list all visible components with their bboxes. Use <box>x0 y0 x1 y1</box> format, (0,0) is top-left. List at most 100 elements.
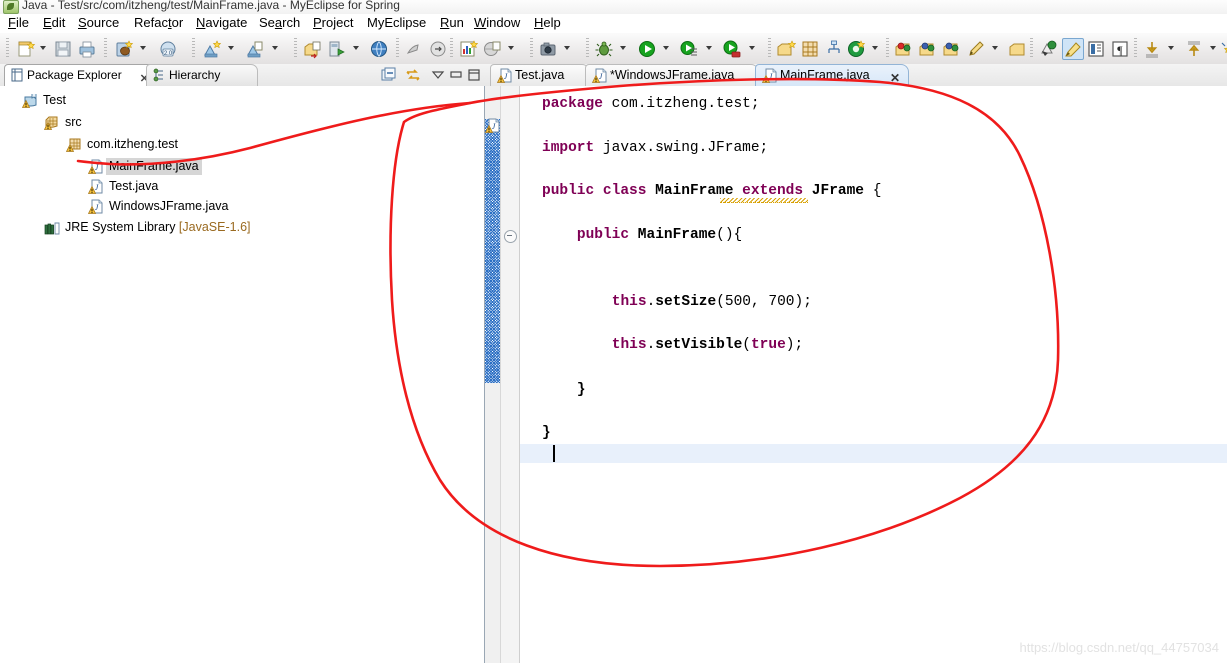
toggle-mark-occurrences-icon[interactable] <box>1038 39 1058 59</box>
web-preview-dropdown-arrow-icon[interactable] <box>508 46 515 51</box>
next-annotation-2-icon[interactable] <box>1184 39 1204 59</box>
warning-marker-icon[interactable]: J <box>484 118 500 133</box>
menu-item-help[interactable]: Help <box>534 15 561 30</box>
view-tab-hierarchy[interactable]: Hierarchy <box>146 64 258 86</box>
new-bean-wizard-icon[interactable] <box>245 39 265 59</box>
new-report-icon[interactable] <box>458 39 478 59</box>
menu-item-project[interactable]: Project <box>313 15 353 30</box>
deploy-dropdown-arrow-icon[interactable] <box>353 46 360 51</box>
toolbar-grip <box>450 38 453 58</box>
toggle-highlight-icon[interactable] <box>1062 38 1084 60</box>
svg-text:J: J <box>599 72 603 81</box>
run-dropdown-arrow-icon[interactable] <box>663 46 670 51</box>
toolbar-grip <box>192 38 195 58</box>
run-server-icon[interactable] <box>404 39 424 59</box>
menu-item-run[interactable]: Run <box>440 15 464 30</box>
warning-squiggle <box>720 198 808 203</box>
menu-item-refactor[interactable]: Refactor <box>134 15 183 30</box>
toolbar-grip <box>294 38 297 58</box>
run-history-dropdown-arrow-icon[interactable] <box>706 46 713 51</box>
menu-item-myeclipse[interactable]: MyEclipse <box>367 15 426 30</box>
view-tab-label: Package Explorer <box>27 68 122 82</box>
open-resource-icon[interactable] <box>1008 39 1028 59</box>
new-wizard-icon[interactable] <box>16 39 36 59</box>
editor-annotation-ruler[interactable]: J <box>484 86 501 663</box>
edit-dropdown-arrow-icon[interactable] <box>992 46 999 51</box>
csdn-watermark: https://blog.csdn.net/qq_44757034 <box>1019 640 1220 655</box>
search-dropdown-arrow-icon[interactable] <box>872 46 879 51</box>
svg-text:J: J <box>492 122 496 131</box>
run-history-icon[interactable] <box>679 39 699 59</box>
export-icon[interactable] <box>303 39 323 59</box>
new-class-wizard-icon[interactable] <box>202 39 222 59</box>
tree-item-suffix: [JavaSE-1.6] <box>175 220 251 234</box>
new-package-grid-icon[interactable] <box>800 39 820 59</box>
collapse-all-icon[interactable] <box>381 67 397 83</box>
package-explorer-view: Package Explorer ✕ Hierarchy Test src com.it… <box>0 64 485 663</box>
run-external-tools-icon[interactable] <box>722 39 742 59</box>
code-token: true <box>750 337 786 353</box>
web-preview-icon[interactable] <box>482 39 502 59</box>
search-icon[interactable] <box>846 39 866 59</box>
toggle-block-selection-icon[interactable] <box>1086 39 1106 59</box>
package-explorer-tree[interactable]: Test src com.itzheng.test J MainFrame.java J T… <box>0 86 485 663</box>
previous-annotation-dropdown-arrow-icon[interactable] <box>1168 46 1175 51</box>
menu-item-window[interactable]: Window <box>474 15 520 30</box>
next-annotation-2-dropdown-arrow-icon[interactable] <box>1210 46 1217 51</box>
editor-tab-test-java[interactable]: J Test.java <box>490 64 590 86</box>
toolbar-grip <box>530 38 533 58</box>
forward-history-icon[interactable] <box>918 39 938 59</box>
last-edit-location-icon[interactable] <box>1218 39 1227 59</box>
previous-annotation-icon[interactable] <box>1142 39 1162 59</box>
view-menu-icon[interactable] <box>430 67 446 83</box>
text-caret <box>553 445 555 462</box>
show-whitespace-icon[interactable]: ¶ <box>1110 39 1130 59</box>
open-type-hierarchy-icon[interactable] <box>824 39 844 59</box>
link-with-editor-icon[interactable] <box>405 67 421 83</box>
new-folder-icon[interactable] <box>776 39 796 59</box>
collapse-fold-icon[interactable] <box>504 230 517 243</box>
menu-bar: File Edit Source Refactor Navigate Search Proj… <box>0 14 1227 33</box>
editor-tab-mainframe-java[interactable]: J MainFrame.java ✕ <box>755 64 909 86</box>
snapshot-dropdown-arrow-icon[interactable] <box>564 46 571 51</box>
open-type-icon[interactable]: 2.0 <box>158 39 178 59</box>
menu-item-file[interactable]: File <box>8 15 29 30</box>
save-icon[interactable] <box>53 39 73 59</box>
minimize-view-icon[interactable] <box>448 67 464 83</box>
print-icon[interactable] <box>77 39 97 59</box>
editor-body[interactable]: J package com.itzheng.test; import javax.… <box>484 86 1227 663</box>
menu-item-search[interactable]: Search <box>259 15 300 30</box>
run-external-tools-dropdown-arrow-icon[interactable] <box>749 46 756 51</box>
editor-tab--windowsjframe-java[interactable]: J *WindowsJFrame.java <box>585 64 759 86</box>
new-wizard-dropdown-arrow-icon[interactable] <box>40 46 47 51</box>
code-token: . <box>646 337 656 353</box>
new-java-package-icon[interactable] <box>114 39 134 59</box>
snapshot-icon[interactable] <box>538 39 558 59</box>
editor-folding-ruler[interactable] <box>501 86 520 663</box>
open-browser-icon[interactable] <box>369 39 389 59</box>
new-java-package-dropdown-arrow-icon[interactable] <box>140 46 147 51</box>
next-annotation-icon[interactable] <box>942 39 962 59</box>
menu-item-source[interactable]: Source <box>78 15 119 30</box>
code-text-area[interactable]: package com.itzheng.test; import javax.sw… <box>520 86 1227 663</box>
debug-icon[interactable] <box>594 39 614 59</box>
maximize-view-icon[interactable] <box>466 67 482 83</box>
toolbar-grip <box>586 38 589 58</box>
edit-icon[interactable] <box>966 39 986 59</box>
new-class-wizard-dropdown-arrow-icon[interactable] <box>228 46 235 51</box>
view-tab-package-explorer[interactable]: Package Explorer ✕ <box>4 64 158 86</box>
tree-item-label: Test <box>43 93 66 107</box>
view-tab-label: Hierarchy <box>169 68 221 82</box>
code-token: JFrame <box>811 183 865 199</box>
menu-item-edit[interactable]: Edit <box>43 15 65 30</box>
stop-server-icon[interactable] <box>428 39 448 59</box>
run-icon[interactable] <box>637 39 657 59</box>
new-bean-wizard-dropdown-arrow-icon[interactable] <box>272 46 279 51</box>
code-token: class <box>602 183 647 199</box>
java-editor: J Test.java J *WindowsJFrame.java J MainFrame… <box>484 64 1227 663</box>
debug-dropdown-arrow-icon[interactable] <box>620 46 627 51</box>
deploy-icon[interactable] <box>327 39 347 59</box>
back-history-icon[interactable] <box>894 39 914 59</box>
menu-item-navigate[interactable]: Navigate <box>196 15 247 30</box>
